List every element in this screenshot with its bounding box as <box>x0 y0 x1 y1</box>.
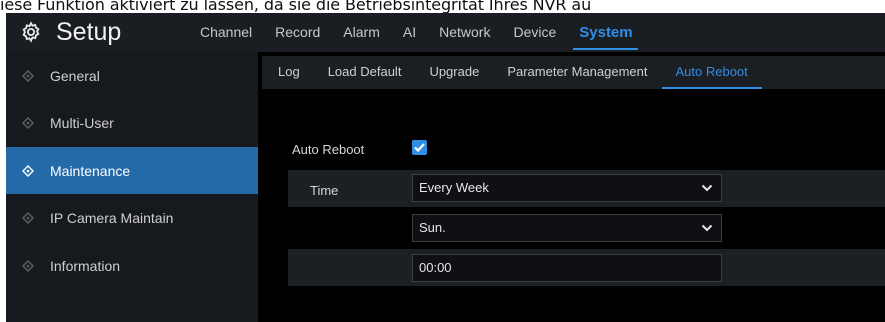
top-bar: Setup Channel Record Alarm AI Network De… <box>6 13 885 52</box>
main-panel: Log Load Default Upgrade Parameter Manag… <box>262 52 885 322</box>
tab-ai[interactable]: AI <box>391 13 427 52</box>
chevron-down-icon <box>701 184 713 192</box>
setup-window: Setup Channel Record Alarm AI Network De… <box>6 13 885 322</box>
check-icon <box>414 143 425 153</box>
sidebar-item-maintenance[interactable]: Maintenance <box>6 147 258 194</box>
frequency-value: Every Week <box>419 180 489 195</box>
caption-text: iese Funktion aktiviert zu lassen, da si… <box>0 0 592 13</box>
sidebar-item-label: General <box>50 67 100 84</box>
sidebar-item-ip-camera-maintain[interactable]: IP Camera Maintain <box>6 195 258 242</box>
sidebar-item-label: IP Camera Maintain <box>50 210 174 226</box>
day-select[interactable]: Sun. <box>412 214 722 242</box>
sidebar-item-label: Multi-User <box>50 115 114 131</box>
sidebar-item-label: Maintenance <box>50 162 131 179</box>
subtab-load-default[interactable]: Load Default <box>308 56 410 89</box>
day-value: Sun. <box>419 220 446 235</box>
tab-channel[interactable]: Channel <box>188 13 263 52</box>
tab-system[interactable]: System <box>567 13 643 52</box>
subtab-parameter-management[interactable]: Parameter Management <box>487 56 655 89</box>
diamond-icon <box>22 259 34 272</box>
sub-tabs: Log Load Default Upgrade Parameter Manag… <box>262 56 885 89</box>
subtab-log[interactable]: Log <box>262 56 308 89</box>
time-input[interactable]: 00:00 <box>412 254 722 282</box>
app-title: Setup <box>56 18 122 46</box>
tab-device[interactable]: Device <box>501 13 567 52</box>
time-value: 00:00 <box>419 260 452 275</box>
auto-reboot-checkbox[interactable] <box>412 140 427 155</box>
chevron-down-icon <box>701 224 713 232</box>
subtab-auto-reboot[interactable]: Auto Reboot <box>656 56 763 89</box>
auto-reboot-label: Auto Reboot <box>292 142 365 157</box>
sidebar-item-label: Information <box>50 257 121 274</box>
diamond-icon <box>22 164 34 177</box>
diamond-icon <box>22 117 34 129</box>
sidebar-item-general[interactable]: General <box>6 52 258 99</box>
sidebar-item-multi-user[interactable]: Multi-User <box>6 100 258 147</box>
subtab-upgrade[interactable]: Upgrade <box>409 56 487 89</box>
diamond-icon <box>22 69 34 82</box>
tab-record[interactable]: Record <box>263 13 331 52</box>
time-label: Time <box>310 183 339 198</box>
tab-network[interactable]: Network <box>427 13 501 52</box>
frequency-select[interactable]: Every Week <box>412 174 722 202</box>
sidebar-item-information[interactable]: Information <box>6 242 258 289</box>
gear-icon <box>22 21 40 43</box>
sidebar: General Multi-User Maintenance IP Camera… <box>6 52 258 322</box>
diamond-icon <box>22 212 34 224</box>
main-tabs: Channel Record Alarm AI Network Device S… <box>188 13 644 52</box>
tab-alarm[interactable]: Alarm <box>331 13 391 52</box>
